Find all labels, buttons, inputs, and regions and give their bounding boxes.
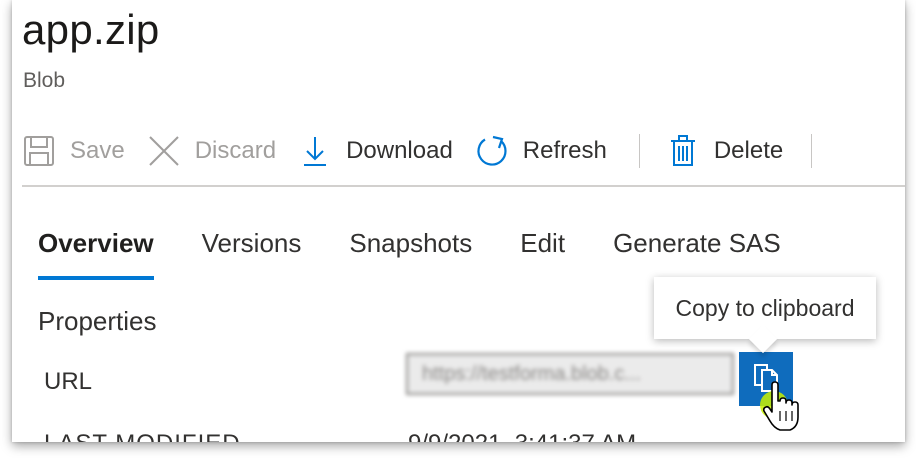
refresh-button[interactable]: Refresh [465, 127, 619, 175]
tab-snapshots[interactable]: Snapshots [349, 224, 472, 280]
delete-label: Delete [713, 137, 784, 164]
header-divider [22, 185, 905, 187]
save-label: Save [70, 137, 125, 164]
tab-overview[interactable]: Overview [38, 224, 154, 280]
tab-strip: Overview Versions Snapshots Edit Generat… [38, 224, 829, 280]
tab-generate-sas[interactable]: Generate SAS [613, 224, 781, 280]
download-label: Download [346, 137, 453, 164]
command-bar: Save Discard Download Refresh Delete [12, 126, 905, 176]
delete-button[interactable]: Delete [656, 127, 795, 175]
copy-tooltip: Copy to clipboard [654, 277, 876, 339]
download-icon [298, 134, 332, 168]
tab-edit[interactable]: Edit [520, 224, 565, 280]
save-icon [22, 134, 56, 168]
copy-to-clipboard-button[interactable] [739, 352, 793, 406]
discard-button[interactable]: Discard [137, 127, 288, 175]
last-modified-value: 9/9/2021, 3:41:37 AM [408, 430, 636, 442]
toolbar-divider [638, 134, 640, 168]
properties-heading: Properties [38, 306, 157, 336]
save-button[interactable]: Save [12, 127, 137, 175]
refresh-icon [475, 134, 509, 168]
blob-blade: app.zip Blob Save Discard Download Refre… [12, 0, 905, 442]
last-modified-label: LAST MODIFIED [44, 430, 241, 442]
close-icon [147, 134, 181, 168]
url-value: https://testforma.blob.c... [422, 362, 641, 385]
discard-label: Discard [194, 137, 277, 164]
download-button[interactable]: Download [288, 127, 465, 175]
tab-versions[interactable]: Versions [202, 224, 302, 280]
copy-icon [751, 361, 781, 398]
url-field[interactable]: https://testforma.blob.c... [406, 353, 734, 395]
page-subtitle: Blob [23, 69, 66, 92]
refresh-label: Refresh [522, 137, 607, 164]
toolbar-divider [811, 134, 813, 168]
page-title: app.zip [22, 6, 160, 53]
tooltip-text: Copy to clipboard [671, 294, 859, 322]
last-modified-row: LAST MODIFIED 9/9/2021, 3:41:37 AM [44, 428, 744, 442]
url-label: URL [44, 368, 93, 395]
trash-icon [666, 134, 700, 168]
